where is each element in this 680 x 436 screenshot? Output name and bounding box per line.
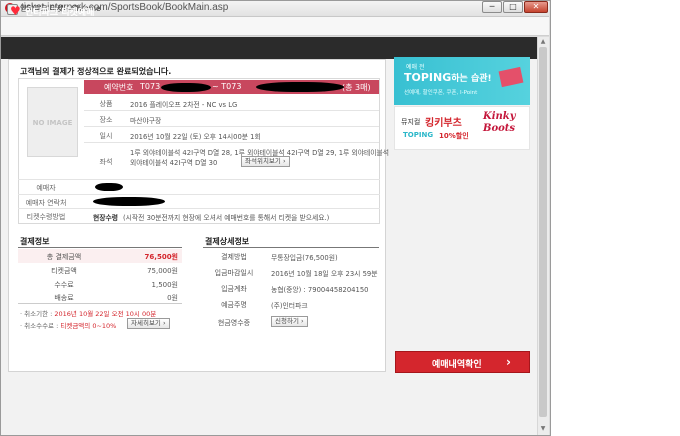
deposit-deadline-label: 입금마감일시 [214, 269, 254, 277]
minimize-button[interactable]: ─ [482, 1, 502, 13]
ad1-tail: 하는 습관! [451, 74, 492, 84]
ad2-prefix: 뮤지컬 [401, 118, 421, 126]
scroll-up-icon[interactable]: ▲ [537, 37, 549, 47]
reservation-count: (총 3매) [342, 83, 371, 92]
cancel-deadline-label: · 취소기한 : [20, 310, 55, 318]
poster-placeholder: NO IMAGE [27, 87, 78, 157]
ticket-price-value: 75,000원 [147, 267, 178, 275]
deposit-deadline-value: 2016년 10월 18일 오후 23시 59분 [271, 270, 378, 278]
deposit-account-value: 농협(중앙) : 79004458204150 [271, 286, 369, 294]
close-button[interactable]: ✕ [524, 1, 548, 13]
divider [18, 194, 380, 195]
ticket-icon [498, 66, 524, 88]
booking-history-button[interactable]: 예매내역확인 › [395, 351, 530, 373]
seat-value-line2: 외야테이블석 42I구역 D열 30 [130, 159, 218, 167]
divider [203, 247, 379, 248]
redaction-mark [161, 83, 211, 92]
fee-label: 수수료 [54, 281, 74, 289]
total-label: 총 결제금액 [46, 253, 82, 261]
ad1-subtext: 선예매, 할인쿠폰, 쿠폰, I-Point [404, 90, 478, 96]
detail-button[interactable]: 자세히보기 › [127, 318, 170, 329]
pay-method-label: 결제방법 [221, 253, 247, 261]
redaction-mark [95, 183, 123, 191]
booking-history-label: 예매내역확인 [432, 360, 482, 370]
ad1-brand: TOPING [404, 71, 452, 84]
pickup-description: (시작전 30분전까지 현장에 오셔서 예매번호를 통해서 티켓을 받으세요.) [123, 214, 330, 222]
divider [84, 126, 379, 127]
cash-receipt-label: 현금영수증 [217, 319, 251, 327]
page-header [1, 37, 537, 59]
fee-value: 1,500원 [151, 281, 178, 289]
cancel-deadline-value: 2016년 10월 22일 오전 10시 00분 [54, 310, 157, 318]
divider [84, 142, 379, 143]
venue-label: 장소 [99, 116, 113, 124]
chevron-right-icon: › [506, 355, 511, 369]
shipping-label: 배송료 [54, 294, 74, 302]
product-label: 상품 [99, 100, 113, 108]
scroll-thumb[interactable] [539, 47, 547, 417]
ad1-headline: TOPING하는 습관! [404, 71, 492, 84]
cancel-deadline-note: · 취소기한 : 2016년 10월 22일 오전 10시 00분 [20, 308, 156, 318]
divider [84, 110, 379, 111]
page-title: 인터파크 티켓예매 [25, 8, 95, 18]
redaction-mark [256, 82, 344, 92]
heart-logo-icon: ♥ [10, 4, 21, 18]
datetime-label: 일시 [99, 132, 113, 140]
address-bar [1, 17, 549, 36]
ticket-price-label: 티켓금액 [51, 267, 77, 275]
shipping-value: 0원 [167, 294, 178, 302]
cancel-fee-note: · 취소수수료 : 티켓금액의 0~10% [20, 320, 116, 330]
reservation-number-end: ~ T073 [212, 82, 242, 91]
divider [18, 247, 182, 248]
seat-location-button[interactable]: 좌석위치보기 › [241, 156, 290, 167]
divider [18, 303, 182, 304]
cash-receipt-apply-button[interactable]: 신청하기 › [271, 316, 308, 327]
total-value: 76,500원 [144, 253, 178, 261]
deposit-account-label: 입금계좌 [221, 285, 247, 293]
maximize-button[interactable]: □ [503, 1, 523, 13]
toping-ad-banner[interactable]: 예매 전 TOPING하는 습관! 선예매, 할인쿠폰, 쿠폰, I-Point [394, 57, 530, 105]
payment-detail-title: 결제상세정보 [205, 237, 250, 246]
booker-label: 예매자 [36, 184, 56, 192]
cancel-fee-value: 티켓금액의 0~10% [60, 322, 117, 330]
account-holder-value: (주)인터파크 [271, 302, 308, 310]
venue-value: 마산야구장 [130, 117, 162, 125]
pickup-label: 티켓수령방법 [26, 213, 66, 221]
pay-method-value: 무통장입금(76,500원) [271, 254, 338, 262]
ad2-discount: 10%할인 [439, 132, 469, 140]
seat-label: 좌석 [99, 158, 113, 166]
ad2-title: 킹키부츠 [425, 118, 462, 129]
reservation-number-start: T073 [140, 82, 161, 91]
redaction-mark [93, 197, 165, 206]
complete-message: 고객님의 결제가 정상적으로 완료되었습니다. [20, 67, 172, 76]
datetime-value: 2016년 10월 22일 (토) 오후 14시00분 1회 [130, 133, 261, 141]
kinky-boots-logo: Kinky Boots [483, 111, 516, 134]
account-holder-label: 예금주명 [221, 301, 247, 309]
reservation-label: 예약번호 [104, 83, 134, 92]
scroll-down-icon[interactable]: ▼ [537, 424, 549, 434]
contact-label: 예매자 연락처 [25, 199, 67, 207]
ad2-brand: TOPING [403, 131, 434, 139]
divider [18, 179, 380, 180]
pickup-method: 현장수령 [93, 214, 119, 222]
product-value: 2016 플레이오프 2차전 - NC vs LG [130, 101, 238, 109]
divider [18, 208, 380, 209]
ad1-top-text: 예매 전 [406, 64, 425, 71]
payment-info-title: 결제정보 [20, 237, 50, 246]
cancel-fee-label: · 취소수수료 : [20, 322, 61, 330]
kinky-boots-ad-banner[interactable]: 뮤지컬 킹키부츠 TOPING 10%할인 Kinky Boots [394, 106, 530, 150]
